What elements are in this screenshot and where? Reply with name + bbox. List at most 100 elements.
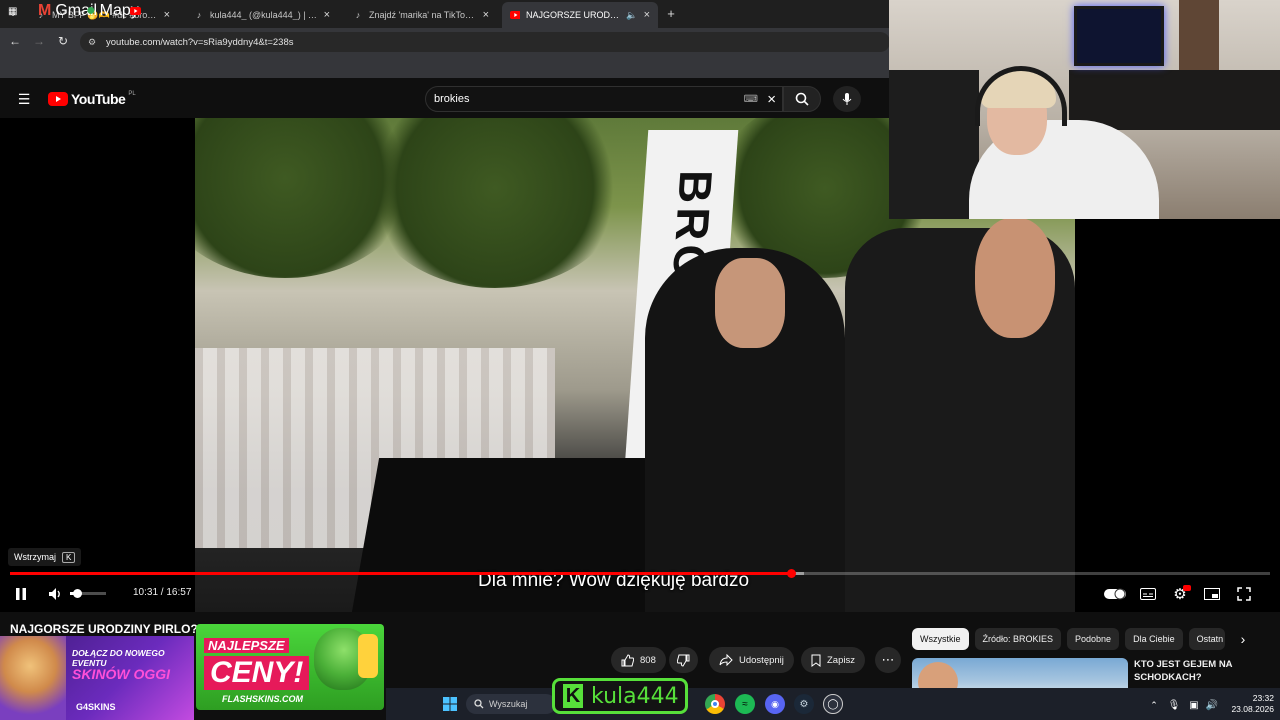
progress-bar[interactable]	[10, 569, 1270, 578]
tray-volume-icon[interactable]: 🔊	[1206, 696, 1218, 714]
scene-face	[715, 258, 785, 348]
forward-arrow-icon[interactable]: →	[32, 33, 46, 49]
thumbs-up-icon	[621, 653, 634, 666]
tiktok-icon: ♪	[196, 10, 202, 20]
ad-subheadline: SKINÓW OGGI	[72, 666, 170, 682]
share-arrow-icon	[719, 654, 733, 666]
voice-search-button[interactable]	[833, 86, 861, 112]
chip-recent[interactable]: Ostatn	[1188, 628, 1225, 650]
streamer-name: kula444	[591, 683, 679, 709]
apps-grid-icon[interactable]: ▦	[8, 4, 17, 18]
scene-face	[975, 218, 1055, 338]
tab-3[interactable]: ♪ Znajdź 'marika' na TikTok | Wys ×	[345, 2, 497, 28]
site-info-icon[interactable]: ⚙	[88, 37, 96, 48]
close-tab-icon[interactable]: ×	[324, 9, 330, 21]
pause-tooltip: Wstrzymaj K	[8, 548, 82, 566]
fullscreen-button[interactable]	[1234, 585, 1254, 603]
like-count: 808	[640, 654, 656, 666]
obs-taskbar-icon[interactable]: ◯	[823, 694, 843, 714]
played-bar	[10, 572, 792, 575]
like-button[interactable]: 808	[611, 647, 666, 673]
pause-button[interactable]	[12, 585, 30, 603]
new-tab-plus-icon[interactable]: +	[664, 5, 678, 21]
chip-all[interactable]: Wszystkie	[912, 628, 969, 650]
search-button[interactable]	[783, 86, 821, 112]
system-clock[interactable]: 23:32 23.08.2026	[1226, 693, 1274, 715]
streamer-webcam	[889, 0, 1280, 219]
clear-search-icon[interactable]: ×	[767, 91, 776, 108]
tray-chevron-up-icon[interactable]: ⌃	[1148, 696, 1160, 714]
steam-taskbar-icon[interactable]: ⚙	[794, 694, 814, 714]
discord-taskbar-icon[interactable]: ◉	[765, 694, 785, 714]
chip-for-you[interactable]: Dla Ciebie	[1125, 628, 1183, 650]
windows-start-button[interactable]	[440, 694, 460, 714]
keyboard-icon[interactable]: ⌨	[744, 94, 758, 105]
ad-coin-graphic	[358, 634, 378, 678]
search-icon	[795, 92, 809, 106]
spotify-taskbar-icon[interactable]: ≈	[735, 694, 755, 714]
share-label: Udostępnij	[739, 654, 784, 666]
ad-character-image	[0, 636, 66, 720]
url-bar[interactable]: ⚙ youtube.com/watch?v=sRia9yddny4&t=238s	[80, 32, 890, 52]
microphone-icon	[842, 93, 852, 105]
pause-icon	[16, 588, 26, 600]
autoplay-toggle[interactable]	[1104, 585, 1126, 603]
miniplayer-button[interactable]	[1202, 585, 1222, 603]
chips-next-chevron-icon[interactable]: ›	[1236, 630, 1250, 648]
toggle-icon	[1104, 588, 1126, 600]
taskbar-search[interactable]: Wyszukaj	[466, 694, 556, 714]
tab-4-active[interactable]: NAJGORSZE URODZINY PIR 🔈 ×	[502, 2, 658, 28]
mute-button[interactable]	[46, 585, 64, 603]
ad-brand: G4SKINS	[76, 702, 116, 712]
more-actions-button[interactable]: ⋯	[875, 647, 901, 673]
url-text: youtube.com/watch?v=sRia9yddny4&t=238s	[106, 36, 294, 48]
subtitles-button[interactable]	[1138, 585, 1158, 603]
menu-hamburger-icon[interactable]: ☰	[16, 90, 32, 108]
bookmark-youtube[interactable]	[130, 4, 141, 18]
spotify-waves-glyph: ≈	[742, 698, 748, 710]
share-button[interactable]: Udostępnij	[709, 647, 794, 673]
recommendation-chips: Wszystkie Źródło: BROKIES Podobne Dla Ci…	[912, 628, 1225, 650]
youtube-logo-text: YouTube	[71, 91, 126, 107]
chrome-center	[711, 700, 719, 708]
tab-2[interactable]: ♪ kula444_ (@kula444_) | TikTok ×	[186, 2, 338, 28]
chip-source[interactable]: Źródło: BROKIES	[974, 628, 1062, 650]
kick-logo-icon: K	[563, 684, 583, 708]
tray-microphone-icon[interactable]: 🎙	[1168, 696, 1181, 714]
taskbar-search-placeholder: Wyszukaj	[489, 699, 528, 709]
ad-brand: FLASHSKINS.COM	[222, 694, 303, 704]
volume-icon	[49, 588, 60, 600]
fullscreen-icon	[1237, 587, 1251, 601]
reload-icon[interactable]: ↻	[56, 33, 70, 49]
settings-button[interactable]: ⚙	[1170, 585, 1191, 603]
close-tab-icon[interactable]: ×	[644, 9, 650, 21]
bookmark-icon	[811, 654, 821, 667]
tray-network-icon[interactable]: ▣	[1188, 696, 1200, 714]
speaker-icon[interactable]: 🔈	[626, 10, 637, 21]
save-button[interactable]: Zapisz	[801, 647, 865, 673]
volume-slider[interactable]	[70, 589, 106, 598]
youtube-icon	[510, 10, 520, 20]
close-tab-icon[interactable]: ×	[164, 9, 170, 21]
tab-title: NAJGORSZE URODZINY PIR	[526, 10, 620, 20]
tab-title: kula444_ (@kula444_) | TikTok	[210, 10, 318, 20]
youtube-logo[interactable]: YouTube PL	[48, 91, 136, 107]
miniplayer-icon	[1204, 588, 1220, 600]
webcam-headset	[975, 66, 1067, 126]
dislike-button[interactable]	[669, 647, 698, 673]
steam-glyph: ⚙	[799, 698, 809, 710]
close-tab-icon[interactable]: ×	[483, 9, 489, 21]
windows-logo-icon	[443, 697, 457, 711]
recommendation-title[interactable]: KTO JEST GEJEM NA SCHODKACH?	[1134, 658, 1274, 684]
clock-time: 23:32	[1252, 693, 1274, 703]
g4skins-ad[interactable]: DOŁĄCZ DO NOWEGO EVENTU SKINÓW OGGI G4SK…	[0, 636, 194, 720]
chrome-taskbar-icon[interactable]	[705, 694, 725, 714]
back-arrow-icon[interactable]: ←	[8, 33, 22, 49]
maps-pin-icon: ●	[86, 2, 96, 19]
youtube-icon	[130, 2, 141, 20]
flashskins-ad[interactable]: NAJLEPSZE CENY! FLASHSKINS.COM	[196, 624, 384, 710]
time-display: 10:31 / 16:57	[133, 587, 192, 598]
ad-subheadline: CENY!	[204, 656, 310, 690]
search-input[interactable]: brokies ⌨ ×	[425, 86, 783, 112]
chip-related[interactable]: Podobne	[1067, 628, 1120, 650]
